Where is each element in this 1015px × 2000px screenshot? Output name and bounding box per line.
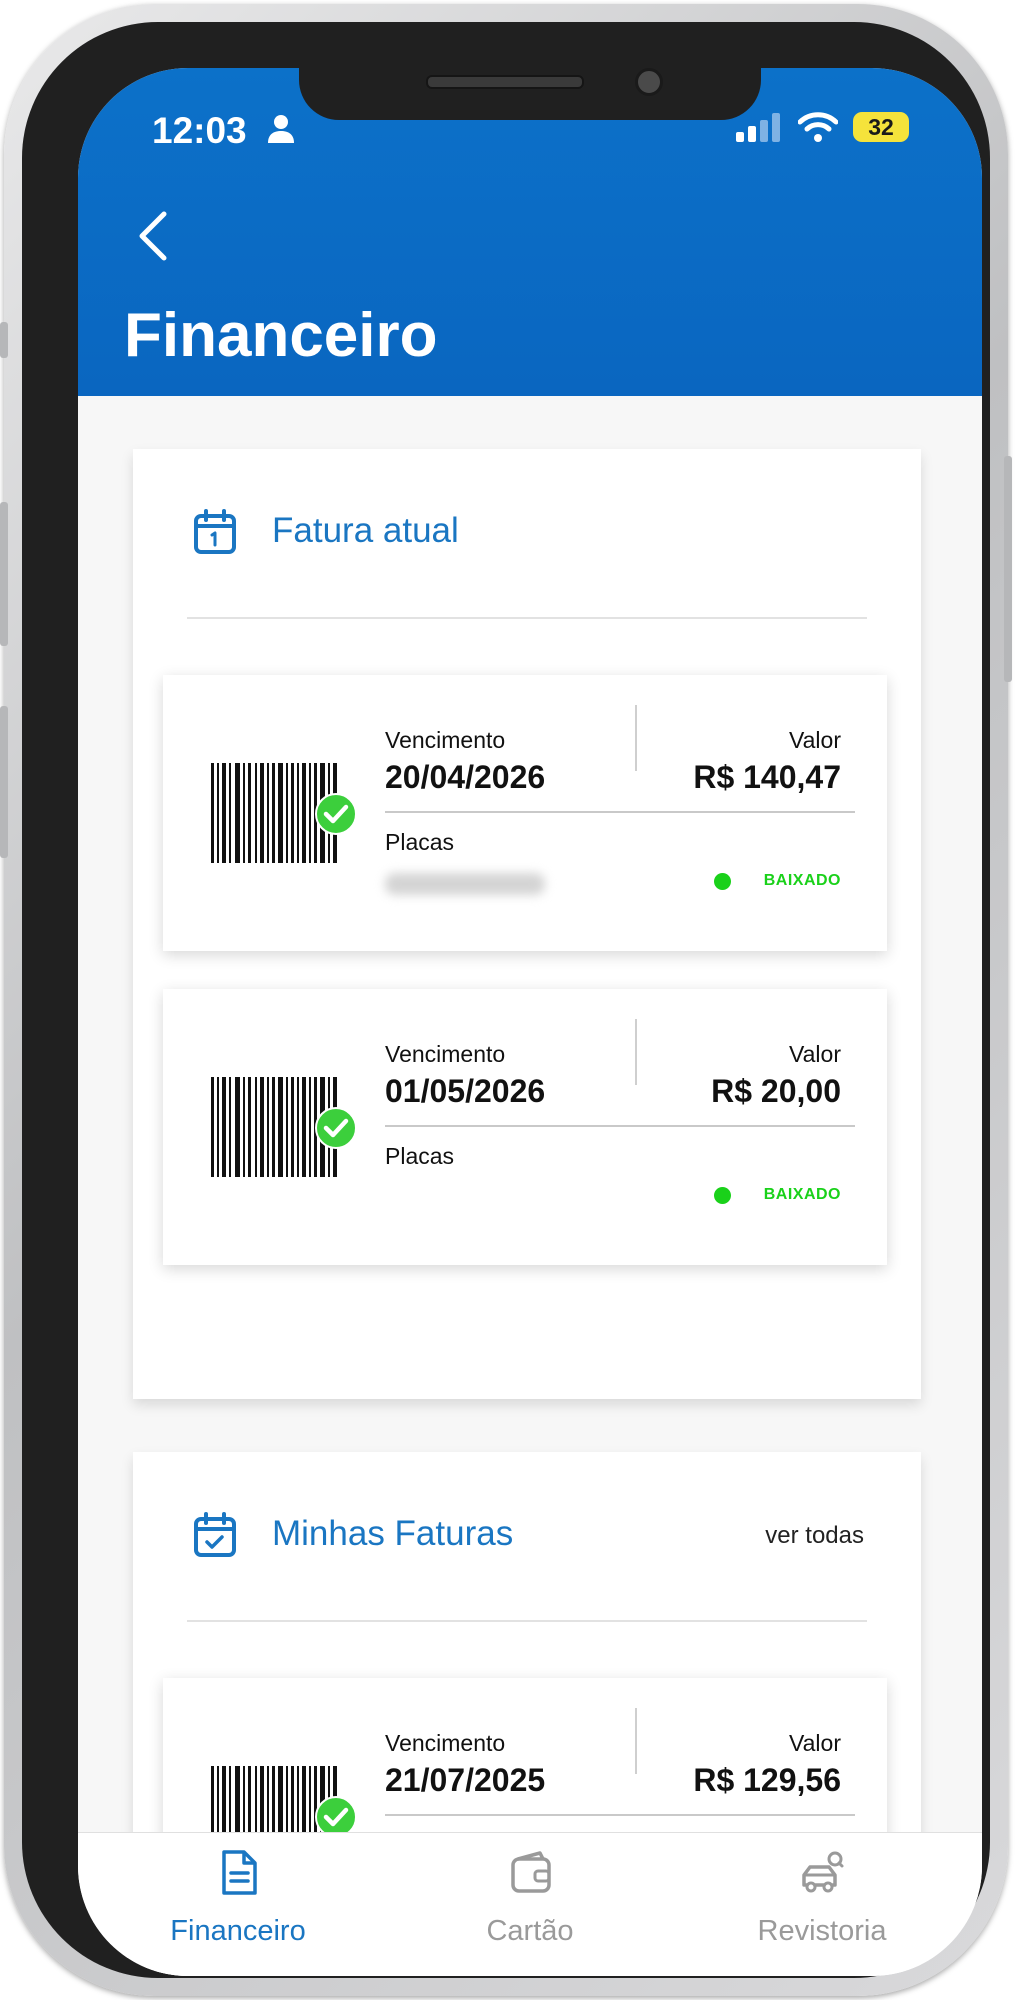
power-button xyxy=(1004,456,1012,682)
amount-value: R$ 140,47 xyxy=(693,759,841,795)
bottom-navigation: Financeiro Cartão Revistoria xyxy=(78,1832,982,1976)
nav-item-cartao[interactable]: Cartão xyxy=(420,1833,640,1976)
nav-label: Cartão xyxy=(486,1915,574,1947)
invoice-card[interactable]: Vencimento 01/05/2026 Valor R$ 20,00 Pla… xyxy=(163,989,887,1265)
speaker xyxy=(426,75,584,89)
side-button xyxy=(0,322,8,358)
nav-label: Revistoria xyxy=(757,1915,887,1947)
notch xyxy=(299,68,761,120)
calendar-check-icon xyxy=(194,1512,236,1557)
plate-value-redacted xyxy=(385,873,545,895)
nav-item-revistoria[interactable]: Revistoria xyxy=(712,1833,932,1976)
status-badge: BAIXADO xyxy=(701,869,841,893)
amount-label: Valor xyxy=(789,1041,841,1067)
phone-bezel: 12:03 32 Financeiro Fatura atual Vencime… xyxy=(22,22,990,1978)
nav-item-financeiro[interactable]: Financeiro xyxy=(128,1833,348,1976)
due-date: 20/04/2026 xyxy=(385,759,546,795)
section-header: Fatura atual xyxy=(133,449,921,619)
person-icon xyxy=(268,115,294,143)
amount-value: R$ 20,00 xyxy=(711,1073,841,1109)
divider xyxy=(187,617,867,619)
document-icon xyxy=(222,1850,257,1895)
status-text: BAIXADO xyxy=(763,1186,841,1203)
plates-label: Placas xyxy=(385,1143,455,1169)
car-search-icon xyxy=(802,1851,844,1893)
check-circle-icon xyxy=(315,793,357,835)
due-date: 21/07/2025 xyxy=(385,1762,546,1798)
due-label: Vencimento xyxy=(385,727,506,753)
vertical-divider xyxy=(635,705,637,771)
front-camera xyxy=(635,68,663,96)
see-all-link[interactable]: ver todas xyxy=(765,1522,864,1550)
vertical-divider xyxy=(635,1019,637,1085)
calendar-icon xyxy=(194,509,236,554)
check-circle-icon xyxy=(315,1107,357,1149)
horizontal-divider xyxy=(385,811,855,813)
section-title: Minhas Faturas xyxy=(272,1514,514,1553)
back-arrow-icon[interactable] xyxy=(134,208,174,264)
section-title: Fatura atual xyxy=(272,511,459,550)
horizontal-divider xyxy=(385,1814,855,1816)
due-date: 01/05/2026 xyxy=(385,1073,546,1109)
horizontal-divider xyxy=(385,1125,855,1127)
wallet-icon xyxy=(511,1851,551,1893)
cellular-signal-icon xyxy=(736,113,780,142)
divider xyxy=(187,1620,867,1622)
current-invoice-section: Fatura atual Vencimento 20/04/2026 Valor… xyxy=(133,449,921,1399)
screen: 12:03 32 Financeiro Fatura atual Vencime… xyxy=(78,68,982,1976)
amount-label: Valor xyxy=(789,1730,841,1756)
section-header: Minhas Faturas ver todas xyxy=(133,1452,921,1622)
due-label: Vencimento xyxy=(385,1730,506,1756)
amount-value: R$ 129,56 xyxy=(693,1762,841,1798)
due-label: Vencimento xyxy=(385,1041,506,1067)
page-title: Financeiro xyxy=(124,301,438,370)
plates-label: Placas xyxy=(385,829,455,855)
status-text: BAIXADO xyxy=(763,872,841,889)
status-dot xyxy=(714,1187,731,1204)
phone-frame: 12:03 32 Financeiro Fatura atual Vencime… xyxy=(0,4,1012,1996)
amount-label: Valor xyxy=(789,727,841,753)
wifi-icon xyxy=(798,112,838,142)
nav-label: Financeiro xyxy=(170,1915,306,1947)
status-dot xyxy=(714,873,731,890)
battery-indicator: 32 xyxy=(853,112,909,142)
status-time: 12:03 xyxy=(152,110,247,151)
volume-down-button xyxy=(0,706,8,858)
vertical-divider xyxy=(635,1708,637,1774)
status-badge: BAIXADO xyxy=(701,1183,841,1207)
invoice-card[interactable]: Vencimento 20/04/2026 Valor R$ 140,47 Pl… xyxy=(163,675,887,951)
app-header: 12:03 32 Financeiro xyxy=(78,68,982,396)
volume-up-button xyxy=(0,502,8,646)
